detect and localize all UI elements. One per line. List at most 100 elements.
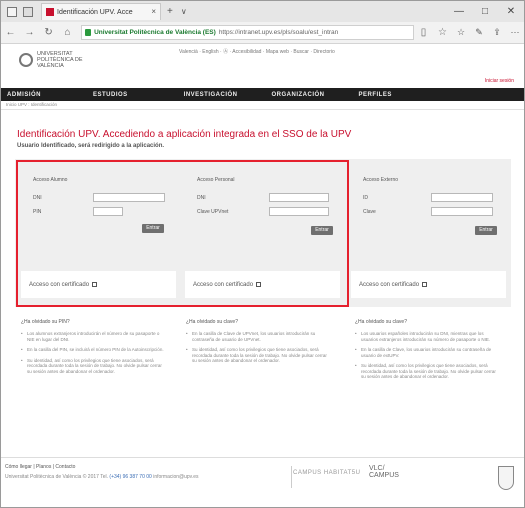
externo-clave-input[interactable] [431, 207, 493, 216]
more-menu-icon[interactable]: ··· [506, 27, 524, 38]
reading-view-icon[interactable]: ▯ [414, 27, 433, 38]
certificate-icon [256, 282, 262, 287]
forgot-key-link[interactable]: ¿Ha olvidado su clave? [186, 319, 331, 325]
footer-email[interactable]: informacion@upv.es [153, 474, 198, 480]
alumno-pin-input[interactable] [93, 207, 123, 216]
nav-investigacion[interactable]: INVESTIGACIÓN [184, 92, 238, 98]
tab-close-icon[interactable]: × [151, 7, 156, 16]
top-links[interactable]: Valencià · English · Ⓐ · Accesibilidad ·… [179, 48, 335, 55]
forward-arrow-icon[interactable]: → [20, 27, 39, 38]
site-identity: Universitat Politècnica de València (ES) [94, 29, 216, 36]
personal-clave-input[interactable] [269, 207, 329, 216]
panel-personal: Acceso Personal DNI Clave UPVnet Entrar … [185, 165, 340, 299]
title-bar: Identificación UPV. Acce × + ∨ — □ ✕ [1, 1, 524, 22]
nav-perfiles[interactable]: PERFILES [359, 92, 392, 98]
help-personal: ¿Ha olvidado su clave? En la casilla de … [186, 319, 331, 369]
breadcrumb[interactable]: Inicio UPV : Identificación [1, 101, 524, 110]
alumno-submit-button[interactable]: Entrar [142, 224, 164, 233]
vlc-campus-logo[interactable]: VLC/ CAMPUS [369, 465, 399, 479]
panel-externo: Acceso Externo ID Clave Entrar Acceso co… [351, 165, 506, 299]
logo-text: UNIVERSITAT POLITÈCNICA DE VALÈNCIA [37, 51, 83, 69]
divider [291, 466, 292, 488]
help-externo: ¿Ha olvidado su clave? Los usuarios espa… [355, 319, 500, 385]
favorite-star-icon[interactable]: ☆ [433, 27, 452, 38]
alumno-dni-input[interactable] [93, 193, 165, 202]
web-page: UNIVERSITAT POLITÈCNICA DE VALÈNCIA Vale… [1, 45, 524, 507]
tab-title: Identificación UPV. Acce [57, 8, 133, 16]
favorites-hub-icon[interactable]: ☆ [452, 27, 470, 38]
certificate-label: Acceso con certificado [359, 282, 420, 289]
browser-tab[interactable]: Identificación UPV. Acce × [41, 3, 161, 20]
footer-links[interactable]: Cómo llegar | Planos | Contacto [5, 464, 75, 470]
home-icon[interactable]: ⌂ [58, 27, 77, 38]
site-footer: Cómo llegar | Planos | Contacto Universi… [1, 457, 524, 507]
help-alumno: ¿Ha olvidado su PIN? Los alumnos extranj… [21, 319, 166, 379]
personal-certificate-link[interactable]: Acceso con certificado [185, 271, 340, 298]
nav-estudios[interactable]: ESTUDIOS [93, 92, 128, 98]
page-title: Identificación UPV. Accediendo a aplicac… [17, 129, 352, 140]
nav-organizacion[interactable]: ORGANIZACIÓN [272, 92, 325, 98]
campus-habitat-logo[interactable]: CAMPUS HABITAT5U [293, 470, 360, 476]
main-navigation: ADMISIÓN ESTUDIOS INVESTIGACIÓN ORGANIZA… [1, 88, 524, 101]
nav-admision[interactable]: ADMISIÓN [7, 92, 41, 98]
footer-tel-label: Tel. [100, 474, 109, 480]
upv-logo[interactable]: UNIVERSITAT POLITÈCNICA DE VALÈNCIA [19, 51, 97, 69]
dni-label: DNI [33, 195, 42, 201]
login-area: Acceso Alumno DNI PIN Entrar Acceso con … [15, 159, 511, 307]
panel-title: Acceso Personal [197, 177, 235, 183]
browser-window: Identificación UPV. Acce × + ∨ — □ ✕ ← →… [0, 0, 525, 508]
dni-label: DNI [197, 195, 206, 201]
vlc-text: VLC/ [369, 465, 385, 472]
address-bar[interactable]: Universitat Politècnica de València (ES)… [81, 25, 414, 40]
panel-title: Acceso Alumno [33, 177, 68, 183]
tab-list-chevron-icon[interactable]: ∨ [181, 7, 187, 16]
externo-certificate-link[interactable]: Acceso con certificado [351, 271, 506, 298]
certificate-icon [92, 282, 98, 287]
web-notes-icon[interactable]: ✎ [470, 27, 488, 38]
toolbar-right: ☆ ✎ ⇪ ··· [452, 27, 524, 38]
panel-title: Acceso Externo [363, 177, 399, 183]
clave-upvnet-label: Clave UPVnet [197, 209, 229, 215]
login-link[interactable]: Iniciar sesión [485, 78, 514, 84]
help-item: Su identidad, así como los privilegios q… [186, 347, 331, 364]
externo-id-input[interactable] [431, 193, 493, 202]
help-item: Los alumnos extranjeros introducirán el … [21, 331, 166, 342]
url-text: https://intranet.upv.es/pls/soalu/est_in… [218, 29, 339, 36]
externo-submit-button[interactable]: Entrar [475, 226, 497, 235]
minimize-button[interactable]: — [446, 6, 472, 17]
navigation-bar: ← → ↻ ⌂ Universitat Politècnica de Valèn… [1, 22, 524, 44]
upv-favicon-icon [46, 8, 54, 16]
tab-preview-icon[interactable] [23, 6, 33, 17]
lock-icon [85, 29, 92, 36]
campus-text: CAMPUS [369, 472, 399, 479]
personal-submit-button[interactable]: Entrar [311, 226, 333, 235]
help-item: En la casilla del PIN, se incluirá el nú… [21, 347, 166, 353]
forgot-key-link[interactable]: ¿Ha olvidado su clave? [355, 319, 500, 325]
back-arrow-icon[interactable]: ← [1, 27, 20, 38]
alumno-certificate-link[interactable]: Acceso con certificado [21, 271, 176, 298]
certificate-label: Acceso con certificado [193, 282, 254, 289]
share-icon[interactable]: ⇪ [488, 27, 506, 38]
certificate-label: Acceso con certificado [29, 282, 90, 289]
help-item: Los usuarios españoles introducirán su D… [355, 331, 500, 342]
page-subtitle: Usuario Identificado, será redirigido a … [17, 143, 165, 149]
certificate-icon [422, 282, 428, 287]
footer-org: Universitat Politècnica de València © 20… [5, 474, 99, 480]
upv-emblem-icon [19, 53, 33, 67]
maximize-button[interactable]: □ [472, 6, 498, 17]
id-label: ID [363, 195, 368, 201]
refresh-icon[interactable]: ↻ [39, 27, 58, 38]
help-item: En la casilla de Clave, los usuarios int… [355, 347, 500, 358]
site-header: UNIVERSITAT POLITÈCNICA DE VALÈNCIA Vale… [1, 45, 524, 84]
help-item: Su identidad, así como los privilegios q… [355, 363, 500, 380]
new-tab-button[interactable]: + [167, 6, 173, 17]
footer-tel-link[interactable]: (+34) 96 387 70 00 [109, 474, 151, 480]
tab-actions-icon[interactable] [7, 6, 17, 17]
personal-dni-input[interactable] [269, 193, 329, 202]
window-controls: — □ ✕ [446, 6, 524, 17]
close-window-button[interactable]: ✕ [498, 6, 524, 17]
forgot-pin-link[interactable]: ¿Ha olvidado su PIN? [21, 319, 166, 325]
upv-shield-icon [498, 466, 514, 490]
panel-alumno: Acceso Alumno DNI PIN Entrar Acceso con … [21, 165, 176, 299]
footer-contact: Universitat Politècnica de València © 20… [5, 474, 198, 480]
